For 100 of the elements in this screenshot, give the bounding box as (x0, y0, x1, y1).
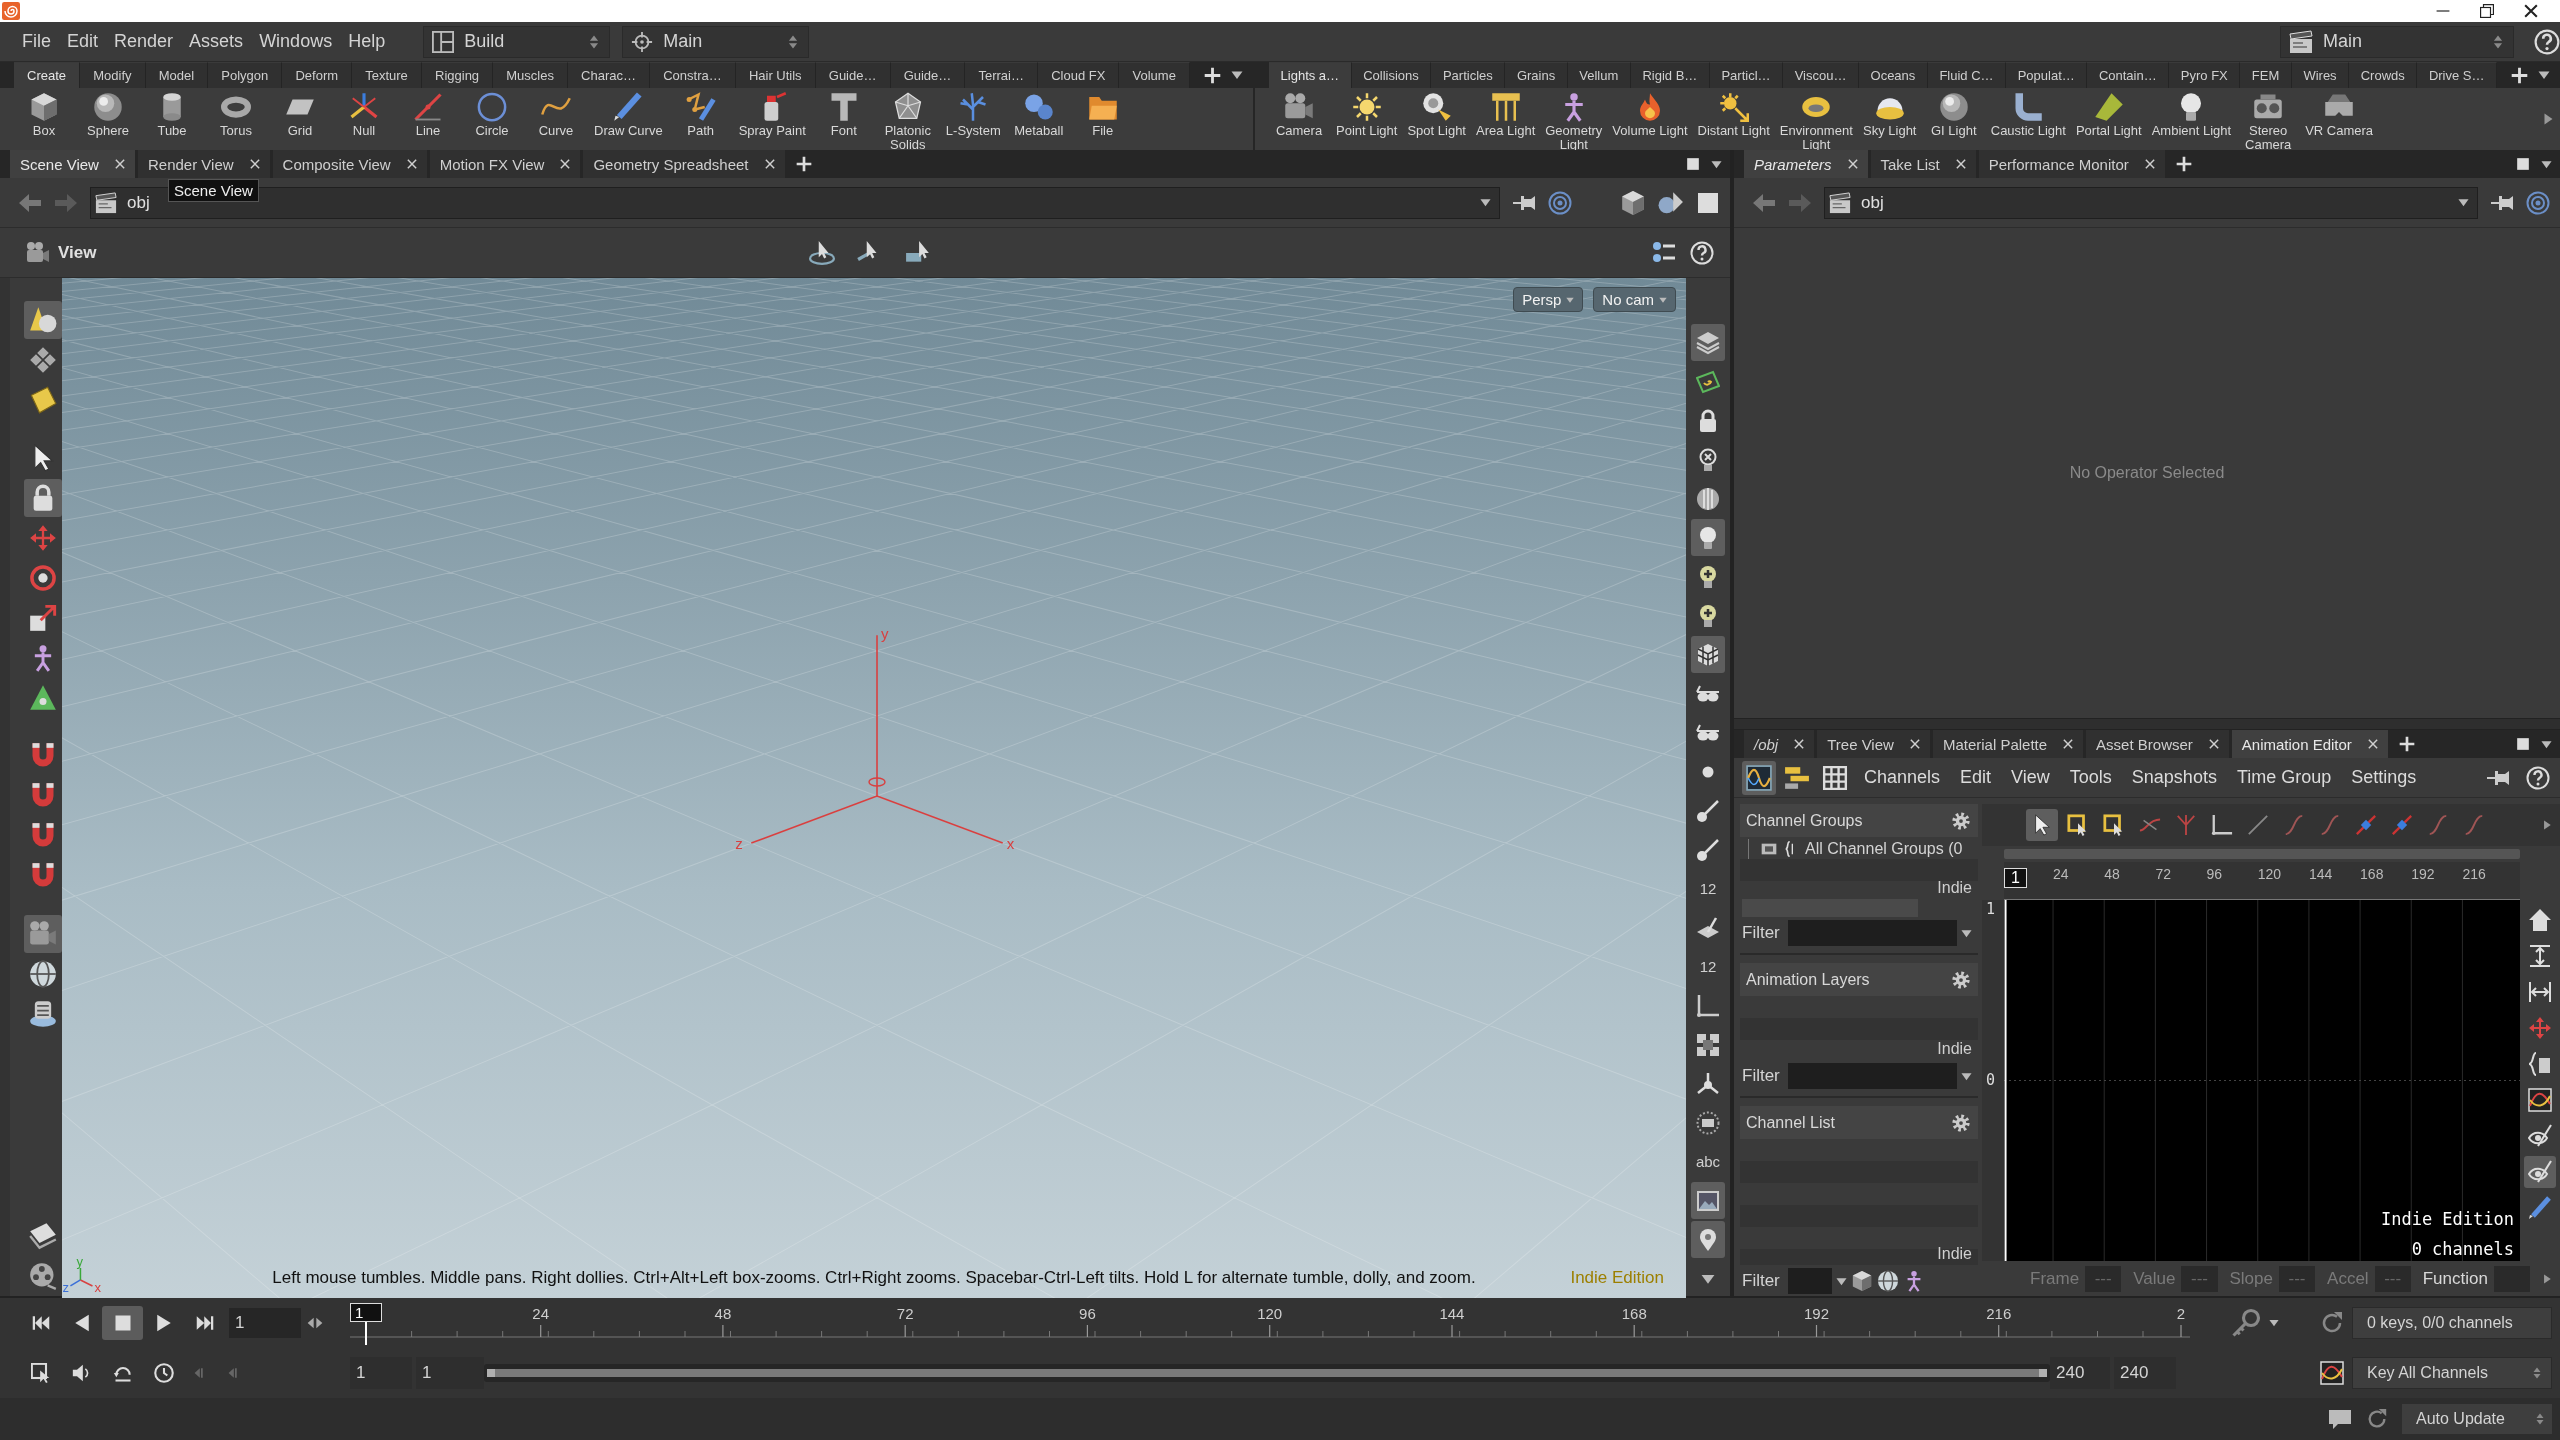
pane-tab[interactable]: Material Palette (1932, 730, 2084, 758)
display-toggle[interactable]: abc (1691, 1143, 1725, 1180)
pane-tab[interactable]: Motion FX View (429, 150, 581, 178)
shelf-tab[interactable]: Muscles (493, 62, 569, 88)
tool-button[interactable] (24, 479, 62, 517)
caret-down-icon[interactable] (1961, 1070, 1972, 1082)
shelf-tool[interactable]: Spot Light (1402, 88, 1471, 150)
shelf-tool[interactable]: Distant Light (1692, 88, 1775, 150)
menu-item[interactable]: Settings (2343, 767, 2425, 788)
filter-field[interactable] (1787, 920, 1957, 946)
desktop-dropdown[interactable]: Build (423, 25, 611, 58)
square-icon[interactable] (1696, 190, 1720, 215)
camera-dropdown[interactable]: No cam (1593, 287, 1676, 312)
help-icon[interactable] (1690, 240, 1714, 265)
menu-item[interactable]: File (14, 31, 59, 52)
display-toggle[interactable] (1691, 1182, 1725, 1219)
tool-button[interactable] (24, 301, 62, 339)
context-dropdown[interactable]: Main (2280, 25, 2514, 58)
shelf-tab[interactable]: Drive S… (2417, 62, 2498, 88)
range-start-field[interactable]: 1 (416, 1357, 484, 1389)
shelf-tool[interactable]: Area Light (1471, 88, 1541, 150)
shelf-tab[interactable]: Volume (1119, 62, 1190, 88)
shading-icon[interactable] (1658, 189, 1684, 216)
shelf-tool[interactable]: Platonic Solids (875, 88, 940, 150)
menu-item[interactable]: Edit (59, 31, 107, 52)
shelf-tool[interactable]: Sky Light (1857, 88, 1922, 150)
timeline-ruler[interactable]: 1 24 48 72 96 120 144 168 192 216 2 (350, 1301, 2190, 1345)
shelf-tool[interactable]: File (1070, 88, 1135, 150)
shelf-tab[interactable]: Terrai… (965, 62, 1039, 88)
pane-tab[interactable]: Asset Browser (2086, 730, 2229, 758)
shelf-tool[interactable]: Box (12, 88, 76, 150)
shelf-tab[interactable]: Pyro FX (2169, 62, 2241, 88)
tumble-icon[interactable] (809, 239, 835, 266)
caret-down-icon[interactable] (2269, 1318, 2279, 1328)
shelf-tab[interactable]: Oceans (1858, 62, 1928, 88)
pane-tab[interactable]: Tree View (1817, 730, 1930, 758)
path-field[interactable]: obj (1824, 186, 2478, 219)
menu-item[interactable]: Assets (181, 31, 252, 52)
shelf-tab[interactable]: FEM (2240, 62, 2292, 88)
square-icon[interactable] (2516, 737, 2530, 751)
display-toggle[interactable] (1691, 636, 1725, 673)
shelf-tab[interactable]: Viscou… (1783, 62, 1859, 88)
shelf-tool[interactable]: Spray Paint (732, 88, 812, 150)
shelf-tool[interactable]: Caustic Light (1985, 88, 2071, 150)
shelf-tab[interactable]: Contain… (2087, 62, 2170, 88)
key-mode-dropdown[interactable]: Key All Channels (2352, 1357, 2552, 1389)
shelf-tool[interactable]: Grid (268, 88, 332, 150)
filter-field[interactable] (1787, 1063, 1957, 1089)
caret-down-icon[interactable] (1835, 1275, 1847, 1287)
shelf-tool[interactable]: VR Camera (2300, 88, 2379, 150)
shelf-tab[interactable]: Particles (1431, 62, 1506, 88)
pane-tab[interactable]: Parameters (1744, 150, 1868, 178)
menu-item[interactable]: Snapshots (2123, 767, 2225, 788)
caret-down-icon[interactable] (1711, 158, 1722, 170)
shelf-tab[interactable]: Guide… (815, 62, 891, 88)
pane-tab[interactable]: Take List (1870, 150, 1976, 178)
shelf-tab[interactable]: Crowds (2349, 62, 2418, 88)
step-pair-icon[interactable] (307, 1315, 323, 1331)
caret-right-icon[interactable] (2542, 113, 2554, 125)
display-toggle[interactable]: 12 (1691, 870, 1725, 907)
frame-select-icon[interactable] (30, 1363, 51, 1383)
dots-list-icon[interactable] (1652, 240, 1676, 265)
shelf-tab[interactable]: Populat… (2006, 62, 2088, 88)
graph-view-button[interactable] (2524, 1156, 2556, 1188)
plus-icon[interactable] (2398, 736, 2415, 752)
help-icon[interactable] (2534, 28, 2560, 55)
rings-icon[interactable] (1548, 190, 1572, 215)
menu-item[interactable]: Render (106, 31, 182, 52)
shelf-tool[interactable]: GI Light (1921, 88, 1986, 150)
caret-down-icon[interactable] (2541, 158, 2552, 170)
shelf-tool[interactable]: Draw Curve (588, 88, 669, 150)
close-icon[interactable] (2524, 4, 2538, 18)
shelf-tab[interactable]: Rigging (421, 62, 494, 88)
shelf-tool[interactable]: Curve (524, 88, 588, 150)
pane-tab[interactable]: Composite View (272, 150, 427, 178)
shelf-tool[interactable]: Camera (1267, 88, 1331, 150)
refresh-icon[interactable] (2366, 1408, 2388, 1430)
display-toggle[interactable] (1691, 1221, 1725, 1258)
shelf-tab[interactable]: Deform (282, 62, 353, 88)
menu-item[interactable]: View (2003, 767, 2058, 788)
display-toggle[interactable] (1691, 324, 1725, 361)
shelf-tool[interactable]: Ambient Light (2146, 88, 2237, 150)
refresh-icon[interactable] (2320, 1311, 2344, 1335)
shelf-tab[interactable]: Model (145, 62, 209, 88)
gear-icon[interactable] (1952, 811, 1970, 830)
network-dropdown[interactable]: Main (622, 25, 810, 58)
graph-icon[interactable] (2320, 1361, 2344, 1385)
menu-item[interactable]: Help (340, 31, 394, 52)
shelf-tab[interactable]: Create (14, 62, 81, 88)
shelf-tab[interactable]: Hair Utils (735, 62, 816, 88)
tree-item[interactable]: All Channel Groups (0 (1748, 839, 1972, 859)
start-frame-field[interactable]: 1 (350, 1357, 412, 1389)
projection-dropdown[interactable]: Persp (1513, 287, 1584, 312)
shelf-tool[interactable]: L-System (939, 88, 1007, 150)
caret-right-icon[interactable] (2542, 820, 2552, 830)
shelf-tool[interactable]: Volume Light (1607, 88, 1693, 150)
shelf-tab[interactable]: Grains (1505, 62, 1568, 88)
caret-down-icon[interactable] (2538, 69, 2551, 81)
cube-icon[interactable] (1620, 189, 1646, 216)
chat-icon[interactable] (2328, 1407, 2352, 1431)
